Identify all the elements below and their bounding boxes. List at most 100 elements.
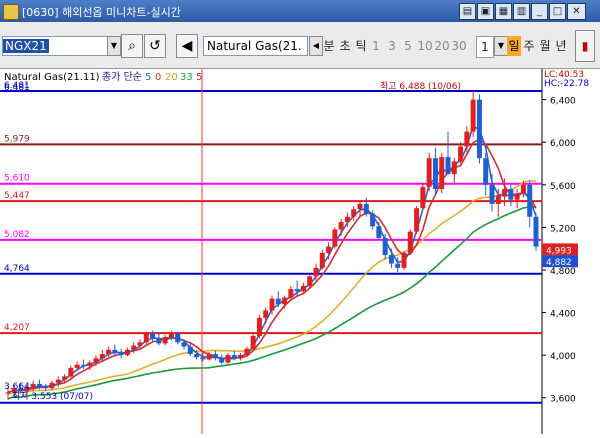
- candle-body: [527, 184, 533, 217]
- candle-body: [87, 362, 93, 366]
- candle-body: [68, 367, 74, 377]
- tab-year[interactable]: 년: [554, 36, 568, 56]
- chart-area[interactable]: 6.481 5,979 5,610 5,447 5,082 4,764 4,207 6,40…: [0, 69, 600, 434]
- candle-body: [62, 376, 68, 380]
- scroll-left-icon[interactable]: ◀: [309, 36, 323, 56]
- toolbar: NGX21 ▼ ⌕ ↺ ◀ Natural Gas(21. ◀ 분 초 틱 1 …: [0, 22, 600, 69]
- candle-body: [508, 189, 514, 200]
- minimize-button[interactable]: _: [531, 3, 548, 20]
- tab-week[interactable]: 주: [522, 36, 536, 56]
- candle-body: [156, 338, 162, 344]
- candle-body: [476, 99, 482, 159]
- interval-3[interactable]: 3: [387, 36, 397, 56]
- search-icon[interactable]: ⌕: [121, 34, 143, 58]
- candle-body: [282, 297, 288, 305]
- candle-body: [5, 392, 11, 394]
- candle-body: [388, 255, 394, 264]
- candle-body: [407, 231, 413, 253]
- y-tick-label-0: 6,400: [550, 97, 576, 107]
- maximize-button[interactable]: □: [549, 3, 566, 20]
- tab-sec[interactable]: 초: [338, 36, 352, 56]
- symbol-input[interactable]: NGX21: [2, 36, 108, 56]
- high-label: 최고 6.488 (10/06): [380, 81, 461, 92]
- candle-body: [420, 186, 426, 209]
- candle-body: [219, 358, 225, 363]
- candle-body: [294, 289, 300, 292]
- candle-icon[interactable]: ▮: [575, 30, 595, 62]
- top-line-label: 6.481: [4, 83, 30, 93]
- interval-30[interactable]: 30: [451, 36, 467, 56]
- candle-body: [414, 208, 420, 232]
- candle-body: [338, 222, 344, 230]
- legend-ma-3: 20: [165, 72, 178, 83]
- candle-body: [307, 276, 313, 286]
- tab-month[interactable]: 월: [538, 36, 552, 56]
- candle-body: [231, 355, 237, 359]
- interval-5[interactable]: 5: [403, 36, 413, 56]
- legend-ma-1: 5: [145, 72, 151, 83]
- interval-10[interactable]: 10: [417, 36, 433, 56]
- candle-body: [175, 333, 181, 343]
- candle-body: [168, 333, 174, 338]
- candle-body: [162, 337, 168, 344]
- candle-body: [445, 157, 451, 175]
- speaker-icon[interactable]: ◀: [176, 34, 198, 58]
- symbol-dropdown-icon[interactable]: ▼: [107, 36, 121, 56]
- candle-body: [451, 161, 457, 175]
- count-field[interactable]: 1: [476, 36, 494, 58]
- candle-body: [200, 357, 206, 360]
- candle-body: [137, 342, 143, 346]
- bottom-left-label: 3.664: [4, 382, 30, 392]
- candle-body: [106, 349, 112, 355]
- symbol-text: NGX21: [3, 39, 49, 53]
- candle-body: [332, 229, 338, 247]
- low-label: 최저 3.553 (07/07): [12, 391, 93, 402]
- candle-body: [43, 387, 49, 389]
- close-button[interactable]: ✕: [567, 3, 586, 20]
- y-tick-label-1: 6,000: [550, 139, 576, 149]
- legend-ma-5: 5: [196, 72, 202, 83]
- candle-body: [143, 333, 149, 343]
- plot-background: [0, 69, 542, 434]
- price-chart[interactable]: 6.481 5,979 5,610 5,447 5,082 4,764 4,207 6,40…: [0, 69, 600, 434]
- window-option-icon[interactable]: ▤: [459, 3, 476, 20]
- candle-body: [502, 189, 508, 196]
- tab-day[interactable]: 일: [507, 36, 521, 56]
- candle-body: [458, 146, 464, 162]
- legend-instrument: Natural Gas(21.11): [4, 72, 100, 83]
- replay-icon[interactable]: ↺: [144, 34, 166, 58]
- tab-tick[interactable]: 틱: [354, 36, 368, 56]
- tab-min[interactable]: 분: [322, 36, 336, 56]
- candle-body: [244, 348, 250, 356]
- hc-label: HC:-22.78: [544, 79, 589, 89]
- candle-body: [206, 354, 212, 360]
- y-tick-label-2: 5,600: [550, 182, 576, 192]
- title-bar: [0630] 해외선옵 미니차트-실시간 ▤ ▣ ▦ ▥ _ □ ✕: [0, 0, 600, 22]
- candle-body: [250, 335, 256, 349]
- candle-body: [313, 267, 319, 277]
- candle-body: [319, 252, 325, 268]
- window-option-icon-4[interactable]: ▥: [513, 3, 530, 20]
- candle-body: [464, 131, 470, 147]
- interval-20[interactable]: 20: [434, 36, 450, 56]
- count-dropdown-icon[interactable]: ▼: [494, 36, 508, 56]
- candle-body: [489, 184, 495, 204]
- candle-body: [344, 216, 350, 223]
- candle-body: [93, 358, 99, 363]
- candle-body: [238, 355, 244, 359]
- level-label-4: 5,082: [4, 230, 30, 240]
- candle-body: [426, 158, 432, 187]
- interval-1[interactable]: 1: [371, 36, 381, 56]
- candle-body: [483, 158, 489, 185]
- candle-body: [225, 355, 231, 363]
- legend-ma-4: 33: [180, 72, 193, 83]
- window-option-icon-3[interactable]: ▦: [495, 3, 512, 20]
- candle-body: [150, 333, 156, 339]
- candle-body: [80, 364, 86, 366]
- candle-body: [55, 379, 61, 383]
- instrument-name-field[interactable]: Natural Gas(21.: [203, 36, 308, 56]
- candle-body: [112, 349, 118, 353]
- candle-body: [439, 157, 445, 190]
- level-label-2: 5,610: [4, 174, 30, 184]
- window-option-icon-2[interactable]: ▣: [477, 3, 494, 20]
